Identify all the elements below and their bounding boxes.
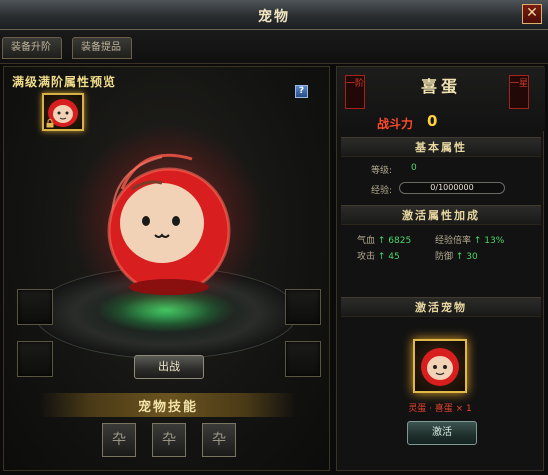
basic-attributes-header: 基本属性: [341, 137, 541, 157]
deploy-button[interactable]: 出战: [134, 355, 204, 379]
skill-slot-1[interactable]: 卆: [102, 423, 136, 457]
equip-slot-left-2[interactable]: [17, 341, 53, 377]
pet-thumbnail[interactable]: [42, 93, 84, 131]
preview-title: 满级满阶属性预览: [12, 75, 117, 89]
activate-pet-item[interactable]: [413, 339, 467, 393]
attr-value: ↑ 45: [377, 252, 400, 262]
lock-icon: [46, 119, 54, 128]
pet-face-icon: [421, 348, 459, 386]
attr-value: ↑ 13%: [473, 236, 505, 246]
info-panel: 一阶 喜蛋 一星 战斗力 0 基本属性 等级: 0 经验: 0/1000000 …: [336, 66, 545, 471]
activate-button[interactable]: 激活: [407, 421, 477, 445]
equip-slot-right-1[interactable]: [285, 289, 321, 325]
level-value: 0: [411, 163, 417, 173]
tab-equip-upgrade[interactable]: 装备升阶: [2, 37, 62, 59]
skill-title: 宠物技能: [137, 400, 198, 415]
attr-value: ↑ 6825: [377, 236, 412, 246]
skill-slot-2[interactable]: 卆: [152, 423, 186, 457]
help-icon[interactable]: ?: [295, 85, 308, 98]
attr-name: 攻击: [357, 252, 376, 262]
activate-bonus-header: 激活属性加成: [341, 205, 541, 225]
close-icon: ✕: [526, 5, 538, 21]
pet-name-area: 一阶 喜蛋 一星 战斗力 0: [337, 67, 545, 131]
attr-row-defense: 防御 ↑ 30: [435, 249, 478, 262]
level-label: 等级:: [371, 166, 393, 176]
power-label: 战斗力: [377, 117, 414, 131]
attr-row-exp-rate: 经验倍率 ↑ 13%: [435, 233, 504, 246]
skill-banner: 宠物技能: [40, 393, 296, 417]
activation-cost: 灵蛋 · 喜蛋 × 1: [408, 404, 472, 414]
attr-row-attack: 攻击 ↑ 45: [357, 249, 400, 262]
tab-equip-quality[interactable]: 装备提品: [72, 37, 132, 59]
preview-panel: 满级满阶属性预览 ? 出战 宠物技能 卆 卆 卆: [3, 66, 330, 471]
exp-bar: 0/1000000: [399, 182, 505, 194]
tab-bar: 装备升阶 装备提品: [0, 30, 548, 64]
window-title: 宠物: [258, 9, 290, 25]
attr-value: ↑ 30: [455, 252, 478, 262]
pet-model: [107, 153, 231, 295]
attr-row-hp: 气血 ↑ 6825: [357, 233, 411, 246]
activate-pet-header: 激活宠物: [341, 297, 541, 317]
exp-label: 经验:: [371, 186, 393, 196]
attr-name: 经验倍率: [435, 236, 472, 246]
close-button[interactable]: ✕: [522, 4, 542, 24]
title-bar: 宠物 ✕: [0, 0, 548, 30]
equip-slot-left-1[interactable]: [17, 289, 53, 325]
rank-badge-right: 一星: [509, 75, 529, 109]
power-value: 0: [427, 112, 438, 130]
skill-slot-3[interactable]: 卆: [202, 423, 236, 457]
equip-slot-right-2[interactable]: [285, 341, 321, 377]
attr-name: 防御: [435, 252, 454, 262]
attr-name: 气血: [357, 236, 376, 246]
